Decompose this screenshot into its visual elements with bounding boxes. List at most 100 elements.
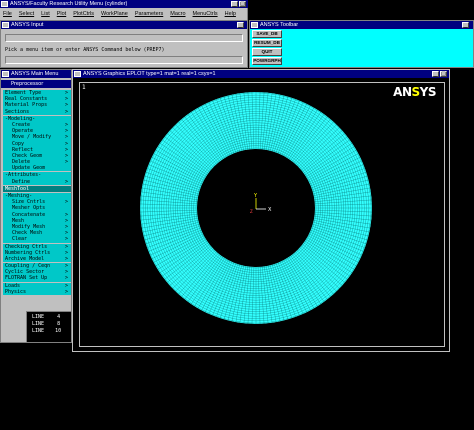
svg-text:Z: Z [250,209,253,214]
toolbar-window-icon[interactable] [251,22,258,28]
graphics-maximize-button[interactable]: □ [440,71,447,77]
menu-item-label: Physics [5,288,27,295]
main-menu-window-icon[interactable] [2,71,9,77]
menu-item-label: Mesher Opts [12,205,46,212]
submenu-arrow-icon: > [64,236,68,243]
menu-item-label: Create [12,121,31,128]
menu-item-label: -Modeling- [5,115,36,122]
menu-item-label: Checking Ctrls [5,243,48,250]
menu-list[interactable]: List [41,11,50,17]
command-history-field[interactable] [5,34,243,42]
input-window-title: ANSYS Input [11,22,44,28]
menu-item-label: Define [12,178,31,185]
graphics-title: ANSYS Graphics EPLOT type=1 mat=1 real=1… [83,71,216,77]
menu-item-update-geom[interactable]: Update Geom [3,165,71,172]
submenu-arrow-icon: > [64,275,68,282]
main-menu-window: ANSYS Main Menu Preprocessor Element Typ… [0,69,72,343]
menu-item-meshtool[interactable]: MeshTool [3,185,71,192]
input-window-titlebar[interactable]: ANSYS Input [1,21,247,29]
menu-item-label: Modify Mesh [12,223,46,230]
utility-menubar: File Select List Plot PlotCtrls WorkPlan… [0,9,248,19]
menu-file[interactable]: File [3,11,12,17]
menu-item-clear[interactable]: Clear > [3,236,71,243]
power-graphics-button[interactable]: POWRGRPH [252,57,282,65]
main-menu-title: ANSYS Main Menu [11,71,59,77]
menu-item-sections[interactable]: Sections > [3,108,71,115]
preprocessor-menu-list: Element Type > Real Constants > Material Pro… [3,90,71,295]
menu-help[interactable]: Help [225,11,236,17]
menu-item-archive-model[interactable]: Archive Model > [3,255,71,263]
menu-item-label: Concatenate [12,211,46,218]
resume-db-button[interactable]: RESUM_DB [252,39,282,47]
command-input[interactable] [5,56,243,64]
menu-parameters[interactable]: Parameters [135,11,163,17]
menu-item-label: Delete [12,159,31,166]
menu-item-label: Reflect [12,146,34,153]
preprocessor-label: Preprocessor [11,81,44,87]
output-line-2: LINE 8 [32,321,61,327]
preprocessor-header[interactable]: Preprocessor [1,80,71,88]
toolbar-minimize-button[interactable]: _ [462,22,469,28]
menu-item-label: FLOTRAN Set Up [5,275,48,282]
output-window: LINE 4 LINE 8 LINE 10 [26,311,72,343]
menu-item-physics[interactable]: Physics > [3,288,71,295]
maximize-button[interactable]: □ [239,1,246,7]
menu-plotctrls[interactable]: PlotCtrls [73,11,94,17]
menu-item-label: Loads [5,282,21,289]
menu-item-label: -Attributes- [5,172,42,179]
toolbar-titlebar[interactable]: ANSYS Toolbar [250,21,473,29]
output-line-3: LINE 10 [32,328,62,334]
utility-menu-window: ANSYS/Faculty Research Utility Menu (cyl… [0,0,248,20]
submenu-arrow-icon: > [64,288,68,295]
menu-item-label: Real Constants [5,96,48,103]
menu-menuctrls[interactable]: MenuCtrls [193,11,218,17]
minimize-button[interactable]: _ [231,1,238,7]
toolbar-title: ANSYS Toolbar [260,22,299,28]
save-db-button[interactable]: SAVE_DB [252,30,282,38]
menu-item-label: Coupling / Ceqn [5,263,51,270]
menu-item-label: MeshTool [5,185,30,192]
menu-plot[interactable]: Plot [57,11,66,17]
menu-item-label: Size Cntrls [12,199,46,206]
system-menu-icon[interactable] [1,1,8,7]
menu-item-label: Clear [12,236,28,243]
submenu-arrow-icon: > [64,108,68,115]
mesh-plot: Y X Z [140,92,372,324]
menu-item-label: Move / Modify [12,134,52,141]
graphics-titlebar[interactable]: ANSYS Graphics EPLOT type=1 mat=1 real=1… [73,70,449,78]
input-window-minimize-button[interactable]: _ [237,22,244,28]
menu-item-define[interactable]: Define > [3,178,71,185]
menu-item-flotran-set-up[interactable]: FLOTRAN Set Up > [3,275,71,282]
command-prompt: Pick a menu item or enter ANSYS Command … [5,47,165,53]
graphics-minimize-button[interactable]: _ [432,71,439,77]
output-line-1: LINE 4 [32,314,61,320]
submenu-arrow-icon: > [64,178,68,185]
utility-menu-titlebar[interactable]: ANSYS/Faculty Research Utility Menu (cyl… [0,0,248,8]
utility-menu-title: ANSYS/Faculty Research Utility Menu (cyl… [10,1,128,7]
menu-item-label: Operate [12,128,34,135]
graphics-window: ANSYS Graphics EPLOT type=1 mat=1 real=1… [72,69,450,352]
submenu-arrow-icon: > [64,255,68,262]
menu-item-label: Numbering Ctrls [5,249,51,256]
main-menu-titlebar[interactable]: ANSYS Main Menu [1,70,71,78]
menu-item-label: Element Type [5,90,42,96]
menu-item-label: Material Props [5,102,48,109]
input-window-icon[interactable] [2,22,9,28]
graphics-window-icon[interactable] [74,71,81,77]
menu-item-label: Archive Model [5,255,45,262]
menu-item-label: Check Mesh [12,230,43,237]
menu-select[interactable]: Select [19,11,34,17]
menu-macro[interactable]: Macro [170,11,185,17]
menu-workplane[interactable]: WorkPlane [101,11,128,17]
menu-item-label: Check Geom [12,152,43,159]
input-window: ANSYS Input _ Pick a menu item or enter … [0,20,248,68]
quit-button[interactable]: QUIT [252,48,282,56]
plot-area[interactable]: 1 ANSYS Y X Z [79,82,445,347]
menu-item-label: Sections [5,108,30,115]
menu-item-label: -Meshing- [5,193,33,199]
menu-item-label: Copy [12,140,25,147]
svg-text:X: X [268,207,272,213]
toolbar-window: ANSYS Toolbar _ SAVE_DB RESUM_DB QUIT PO… [249,20,474,68]
menu-item-label: Update Geom [12,165,46,172]
menu-item-label: Cyclic Sector [5,269,45,276]
